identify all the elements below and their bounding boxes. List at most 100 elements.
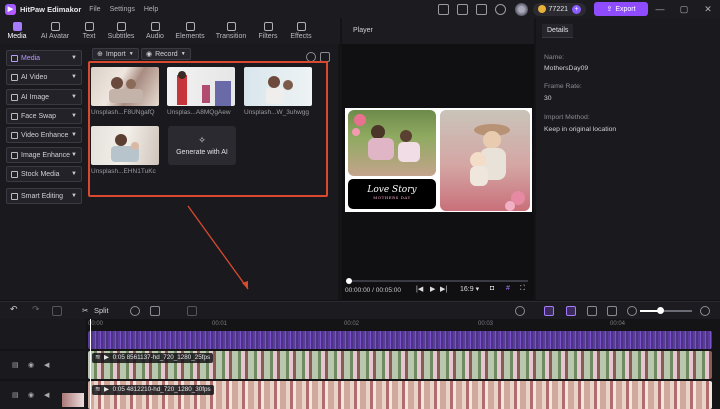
ai-video-icon — [11, 73, 18, 81]
tab-details[interactable]: Details — [542, 24, 574, 38]
effects-icon — [296, 22, 306, 31]
audio-clip[interactable] — [88, 331, 712, 349]
track-settings-icon[interactable] — [607, 306, 617, 316]
track-visibility-icon[interactable]: ◉ — [28, 391, 34, 399]
maximize-button[interactable]: ▢ — [672, 4, 696, 15]
cart-icon[interactable] — [475, 3, 487, 15]
export-button[interactable]: ⇪ Export — [594, 2, 648, 16]
zoom-handle[interactable] — [657, 307, 664, 314]
video-clip-2-label: ≋ ▶ 0:05 4812210-hd_720_1280_30fps — [92, 385, 214, 395]
track-lock-icon[interactable]: ▤ — [12, 361, 19, 369]
tab-audio[interactable]: Audio — [140, 18, 170, 44]
preview-canvas[interactable]: Love Story MOTHERS DAY — [345, 108, 532, 212]
delete-icon[interactable] — [52, 306, 62, 316]
image-enhance-icon — [11, 151, 18, 159]
play-icon[interactable]: ▶ — [430, 285, 435, 293]
tab-effects[interactable]: Effects — [284, 18, 318, 44]
sidebar-item-face-swap[interactable]: Face Swap ▼ — [6, 108, 82, 124]
coin-count: 77221 — [548, 5, 568, 13]
elements-icon — [185, 22, 195, 31]
chain-icon[interactable] — [587, 306, 597, 316]
thumb-image — [109, 77, 143, 103]
redo-icon[interactable]: ↷ — [32, 304, 42, 314]
sidebar-item-image-enhance[interactable]: Image Enhance ▼ — [6, 147, 82, 163]
menu-file[interactable]: File — [89, 6, 100, 13]
screen-record-icon[interactable] — [437, 3, 449, 15]
aspect-ratio-select[interactable]: 16:9 ▾ — [460, 285, 479, 293]
name-value: MothersDay09 — [544, 65, 589, 72]
sidebar-item-label: Media — [21, 54, 41, 62]
media-thumb-4[interactable] — [91, 126, 159, 165]
love-story-overlay[interactable]: Love Story MOTHERS DAY — [348, 179, 436, 209]
tab-filters[interactable]: Filters — [252, 18, 284, 44]
tab-label: Subtitles — [107, 33, 135, 40]
next-frame-icon[interactable]: ▶| — [440, 285, 447, 293]
message-icon[interactable] — [456, 3, 468, 15]
photo-content — [352, 114, 420, 162]
text-tool-icon[interactable] — [150, 306, 160, 316]
title-bar: ▶ HitPaw Edimakor File Settings Help 772… — [0, 0, 720, 18]
track-mute-icon[interactable]: ◀ — [44, 391, 49, 399]
video-track-2-header: ▤ ◉ ◀ — [0, 381, 86, 409]
magnet-icon[interactable] — [566, 306, 576, 316]
chevron-down-icon: ▼ — [71, 132, 77, 138]
tab-elements[interactable]: Elements — [170, 18, 210, 44]
crop-icon[interactable] — [187, 306, 197, 316]
tab-label: Transition — [215, 33, 247, 40]
sidebar-item-ai-video[interactable]: AI Video ▼ — [6, 69, 82, 85]
split-icon[interactable]: ✂ — [82, 306, 88, 315]
fullscreen-icon[interactable]: ⛶ — [520, 285, 525, 293]
zoom-out-icon[interactable] — [627, 306, 637, 316]
sidebar-item-video-enhance[interactable]: Video Enhance ▼ — [6, 127, 82, 143]
generate-with-ai-button[interactable]: ✧ Generate with AI — [168, 126, 236, 165]
playhead[interactable] — [90, 319, 91, 409]
playback-scrubber[interactable] — [346, 278, 528, 284]
track-mute-icon[interactable]: ◀ — [44, 361, 49, 369]
minimize-button[interactable]: — — [648, 4, 672, 14]
tab-text[interactable]: Text — [76, 18, 102, 44]
prev-frame-icon[interactable]: |◀ — [416, 285, 423, 293]
media-thumb-1[interactable] — [91, 67, 159, 106]
user-avatar[interactable] — [514, 2, 528, 16]
app-logo: ▶ — [5, 3, 16, 15]
scrubber-handle[interactable] — [346, 278, 352, 284]
tab-transition[interactable]: Transition — [210, 18, 252, 44]
split-label[interactable]: Split — [94, 306, 109, 315]
record-button[interactable]: ◉ Record ▼ — [141, 48, 191, 60]
tab-media[interactable]: Media — [0, 18, 34, 44]
menu-settings[interactable]: Settings — [110, 6, 135, 13]
audio-track-header — [0, 319, 86, 349]
tab-subtitles[interactable]: Subtitles — [102, 18, 140, 44]
chevron-down-icon: ▼ — [71, 55, 77, 61]
help-icon[interactable] — [494, 3, 506, 15]
media-thumb-3[interactable] — [244, 67, 312, 106]
link-icon[interactable] — [544, 306, 554, 316]
tab-ai-avatar[interactable]: AI Avatar — [34, 18, 76, 44]
media-thumb-2[interactable] — [167, 67, 235, 106]
coin-balance[interactable]: 77221 + — [532, 2, 586, 16]
sidebar-item-ai-image[interactable]: AI Image ▼ — [6, 89, 82, 105]
menu-help[interactable]: Help — [144, 6, 158, 13]
sidebar-item-label: Face Swap — [21, 112, 57, 120]
undo-icon[interactable]: ↶ — [10, 304, 20, 314]
track-lock-icon[interactable]: ▤ — [12, 391, 19, 399]
ruler-tick-2: 00:02 — [344, 321, 360, 327]
overlay-title: Love Story — [367, 185, 417, 195]
shield-icon[interactable] — [130, 306, 140, 316]
snapshot-icon[interactable]: ◘ — [490, 285, 494, 292]
media-label-1: Unsplash...F8UNgafQ — [91, 109, 155, 116]
add-coins-icon[interactable]: + — [572, 4, 581, 14]
zoom-in-icon[interactable] — [700, 306, 710, 316]
grid-icon[interactable]: # — [506, 285, 510, 292]
sidebar-item-smart-editing[interactable]: Smart Editing ▼ — [6, 188, 82, 204]
sidebar-item-stock-media[interactable]: Stock Media ▼ — [6, 166, 82, 182]
sidebar-item-media[interactable]: Media ▼ — [6, 50, 82, 66]
microphone-icon[interactable] — [515, 306, 525, 316]
zoom-slider[interactable] — [640, 307, 692, 314]
media-actions: ⊕ Import ▼ ◉ Record ▼ — [88, 48, 338, 62]
app-name: HitPaw Edimakor — [20, 4, 82, 14]
sidebar-item-label: AI Video — [21, 73, 48, 81]
import-button[interactable]: ⊕ Import ▼ — [92, 48, 139, 60]
track-visibility-icon[interactable]: ◉ — [28, 361, 34, 369]
close-button[interactable]: ✕ — [696, 4, 720, 15]
